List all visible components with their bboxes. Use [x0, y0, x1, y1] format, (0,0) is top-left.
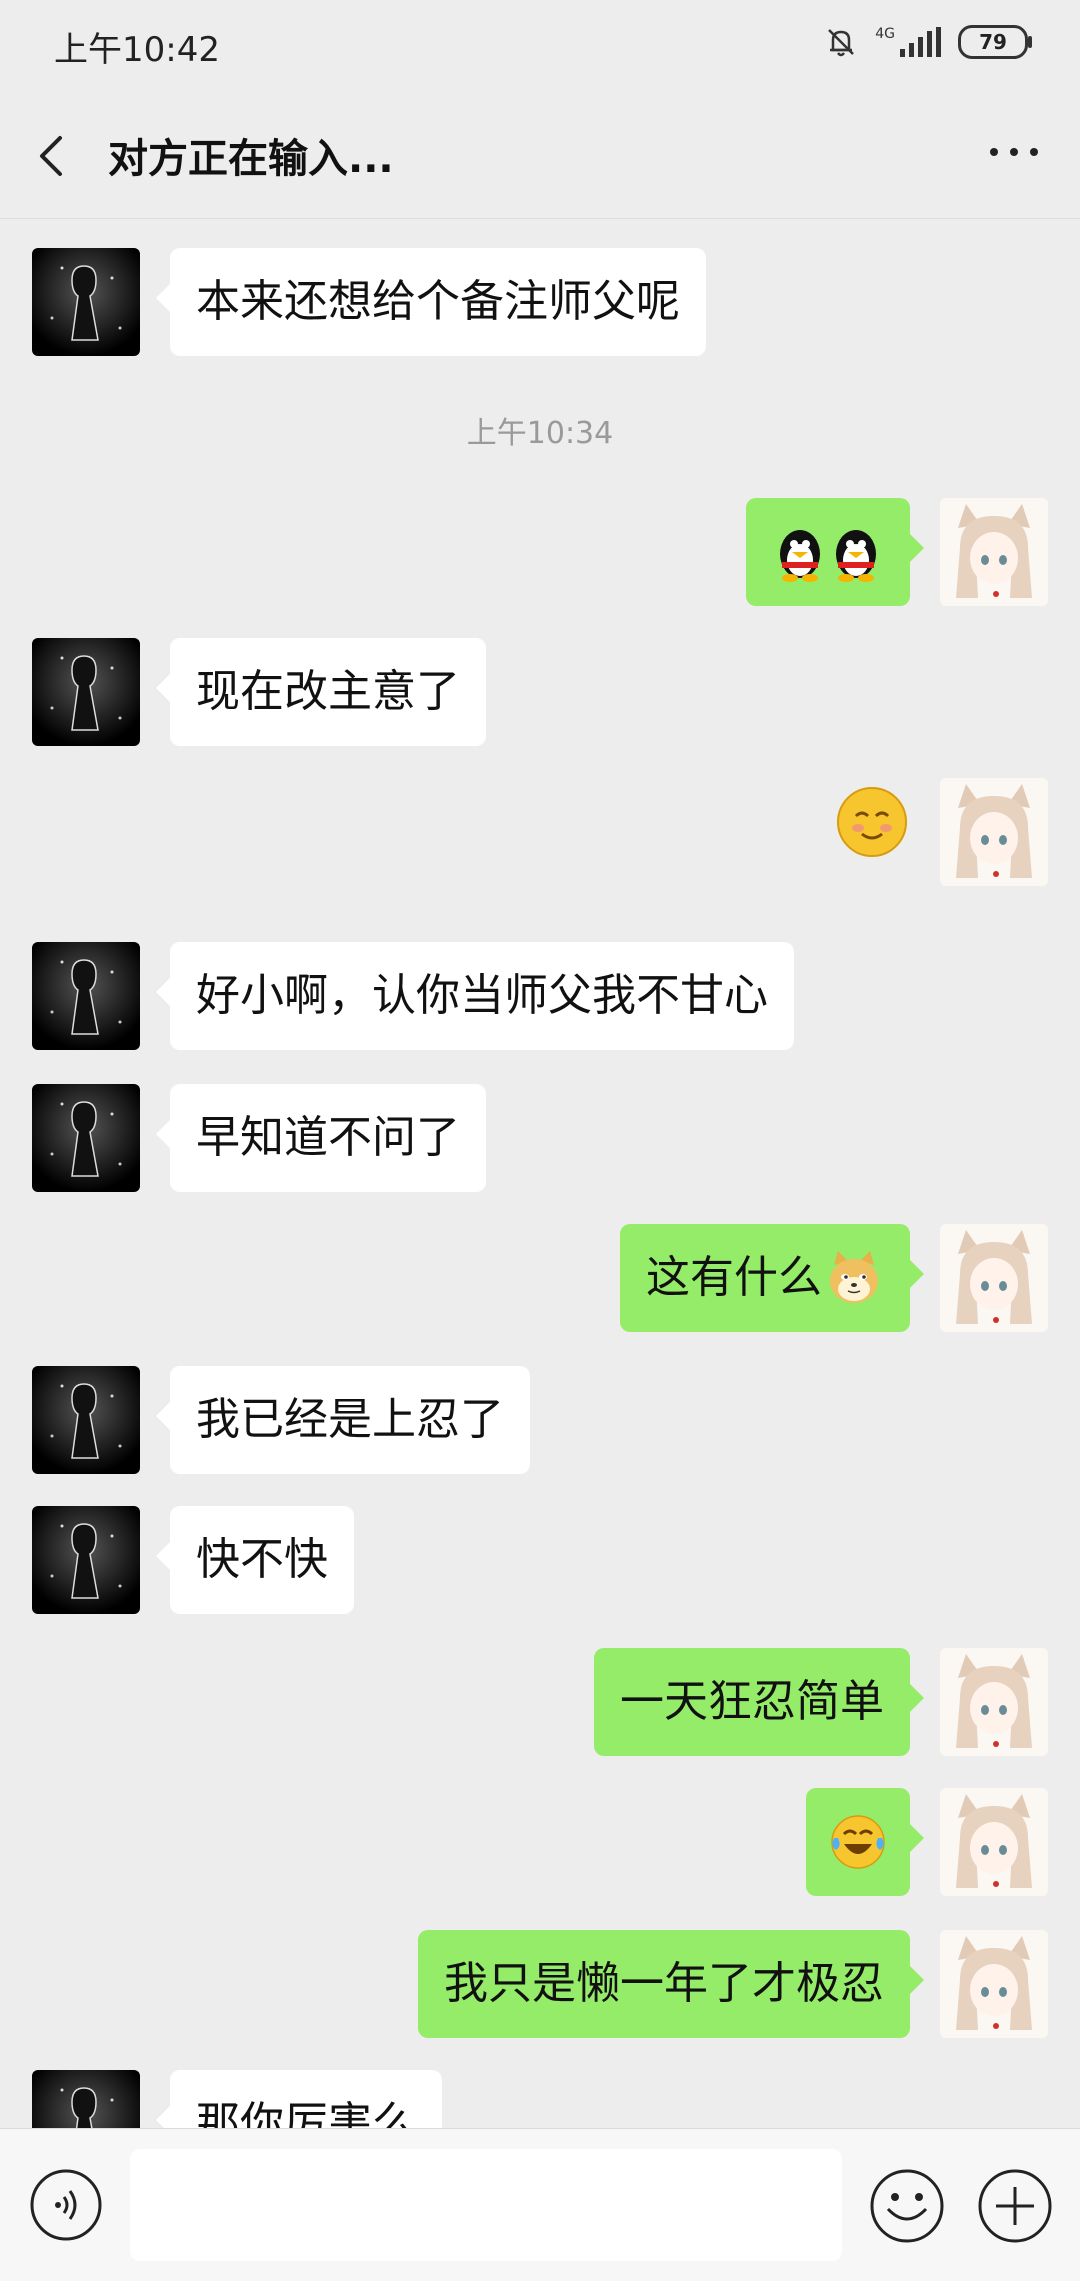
- network-type: 4G: [875, 26, 895, 42]
- more-options-icon[interactable]: [984, 132, 1044, 172]
- battery-level: 79: [958, 25, 1028, 59]
- qq-penguin-icon: [780, 530, 876, 582]
- status-bar: 上午10:42 4G 79: [0, 0, 1080, 96]
- input-bar: [0, 2128, 1080, 2281]
- message-sticker[interactable]: [834, 778, 910, 886]
- my-avatar[interactable]: [940, 1788, 1048, 1896]
- contact-avatar[interactable]: [32, 942, 140, 1050]
- message-bubble[interactable]: 现在改主意了: [156, 638, 486, 746]
- message-row-incoming: 早知道不问了: [0, 1084, 1080, 1194]
- message-row-incoming: 本来还想给个备注师父呢: [0, 248, 1080, 358]
- contact-avatar[interactable]: [32, 638, 140, 746]
- message-bubble-emoji[interactable]: [806, 1788, 924, 1896]
- my-avatar[interactable]: [940, 1648, 1048, 1756]
- message-row-incoming: 现在改主意了: [0, 638, 1080, 748]
- message-row-outgoing: 我只是懒一年了才极忍: [0, 1930, 1080, 2040]
- message-bubble[interactable]: 这有什么: [620, 1224, 924, 1332]
- message-bubble[interactable]: 我已经是上忍了: [156, 1366, 530, 1474]
- message-bubble[interactable]: 我只是懒一年了才极忍: [418, 1930, 924, 2038]
- chat-header: 对方正在输入...: [0, 96, 1080, 219]
- contact-avatar[interactable]: [32, 248, 140, 356]
- message-row-incoming: 我已经是上忍了: [0, 1366, 1080, 1476]
- smiling-face-icon: [837, 787, 907, 857]
- emoji-picker-icon[interactable]: [868, 2167, 946, 2245]
- signal-indicator: 4G: [875, 27, 942, 57]
- back-arrow-icon[interactable]: [30, 126, 74, 186]
- message-bubble[interactable]: 本来还想给个备注师父呢: [156, 248, 706, 356]
- my-avatar[interactable]: [940, 1930, 1048, 2038]
- message-row-outgoing: [0, 1788, 1080, 1898]
- contact-avatar[interactable]: [32, 2070, 140, 2128]
- message-row-outgoing: 这有什么: [0, 1224, 1080, 1334]
- signal-icon: [900, 27, 941, 57]
- contact-avatar[interactable]: [32, 1084, 140, 1192]
- message-bubble[interactable]: 一天狂忍简单: [594, 1648, 924, 1756]
- status-time: 上午10:42: [54, 30, 220, 70]
- message-bubble[interactable]: 好小啊，认你当师父我不甘心: [156, 942, 794, 1050]
- chat-title: 对方正在输入...: [108, 136, 394, 182]
- message-bubble[interactable]: 早知道不问了: [156, 1084, 486, 1192]
- battery-indicator: 79: [958, 25, 1032, 59]
- message-bubble[interactable]: 那你厉害么: [156, 2070, 442, 2128]
- timestamp-row: 上午10:34: [0, 408, 1080, 451]
- message-row-incoming: 好小啊，认你当师父我不甘心: [0, 942, 1080, 1052]
- message-bubble[interactable]: 快不快: [156, 1506, 354, 1614]
- voice-input-icon[interactable]: [28, 2167, 104, 2243]
- message-row-incoming: 快不快: [0, 1506, 1080, 1616]
- my-avatar[interactable]: [940, 498, 1048, 606]
- message-input[interactable]: [130, 2149, 842, 2261]
- my-avatar[interactable]: [940, 1224, 1048, 1332]
- message-timestamp: 上午10:34: [466, 416, 614, 451]
- contact-avatar[interactable]: [32, 1366, 140, 1474]
- my-avatar[interactable]: [940, 778, 1048, 886]
- battery-tip: [1028, 36, 1032, 48]
- message-text: 这有什么: [646, 1252, 822, 1303]
- tears-of-joy-icon: [831, 1815, 885, 1869]
- message-list[interactable]: 本来还想给个备注师父呢 上午10:34 现在改主意了 好小啊，认你当师父我不甘心…: [0, 218, 1080, 2128]
- message-bubble-emoji[interactable]: [746, 498, 924, 606]
- contact-avatar[interactable]: [32, 1506, 140, 1614]
- doge-emoji-icon: [830, 1251, 878, 1303]
- message-row-outgoing: [0, 498, 1080, 608]
- message-row-incoming: 那你厉害么: [0, 2070, 1080, 2128]
- message-row-outgoing: 一天狂忍简单: [0, 1648, 1080, 1758]
- message-row-outgoing: [0, 778, 1080, 888]
- more-functions-plus-icon[interactable]: [976, 2167, 1054, 2245]
- status-icons: 4G 79: [823, 24, 1032, 60]
- mute-bell-icon: [828, 29, 855, 57]
